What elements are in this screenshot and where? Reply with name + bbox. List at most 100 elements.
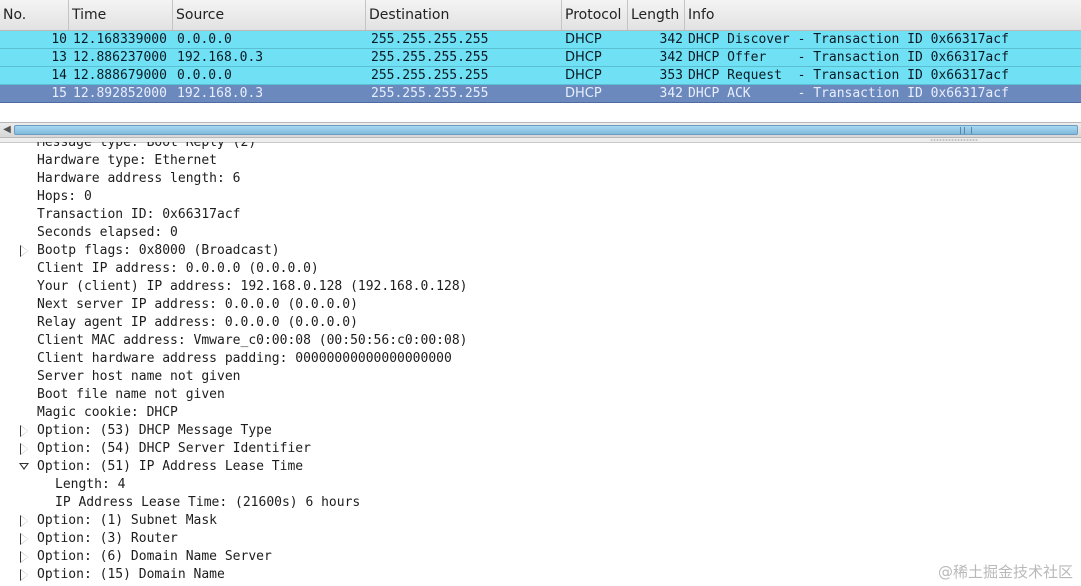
detail-line[interactable]: Option: (53) DHCP Message Type xyxy=(0,422,900,440)
grip-icon xyxy=(960,127,972,134)
packet-no: 14 xyxy=(51,68,67,83)
detail-line[interactable]: Magic cookie: DHCP xyxy=(0,404,900,422)
detail-line[interactable]: Transaction ID: 0x66317acf xyxy=(0,206,900,224)
packet-time: 12.168339000 xyxy=(73,32,167,47)
collapsed-triangle-icon[interactable] xyxy=(19,422,31,440)
detail-line[interactable]: Relay agent IP address: 0.0.0.0 (0.0.0.0… xyxy=(0,314,900,332)
collapsed-triangle-icon[interactable] xyxy=(19,440,31,458)
detail-line[interactable]: Hardware address length: 6 xyxy=(0,170,900,188)
detail-line[interactable]: Client IP address: 0.0.0.0 (0.0.0.0) xyxy=(0,260,900,278)
detail-line[interactable]: Server host name not given xyxy=(0,368,900,386)
detail-line[interactable]: Option: (15) Domain Name xyxy=(0,566,900,584)
packet-protocol: DHCP xyxy=(565,68,602,83)
packet-source: 0.0.0.0 xyxy=(177,68,232,83)
scroll-left-arrow-icon[interactable]: ◀ xyxy=(2,123,12,137)
detail-line[interactable]: Option: (51) IP Address Lease Time xyxy=(0,458,900,476)
column-header-length[interactable]: Length xyxy=(628,0,685,30)
packet-list-header: No. Time Source Destination Protocol Len… xyxy=(0,0,1081,31)
collapsed-triangle-icon[interactable] xyxy=(19,548,31,566)
collapsed-triangle-icon[interactable] xyxy=(19,242,31,260)
detail-text: Hops: 0 xyxy=(37,189,92,204)
detail-line[interactable]: Client hardware address padding: 0000000… xyxy=(0,350,900,368)
packet-length: 342 xyxy=(659,50,683,65)
packet-length: 342 xyxy=(659,32,683,47)
column-header-info[interactable]: Info xyxy=(685,0,1081,30)
detail-text: Seconds elapsed: 0 xyxy=(37,225,178,240)
packet-no: 15 xyxy=(51,86,67,101)
detail-line[interactable]: Client MAC address: Vmware_c0:00:08 (00:… xyxy=(0,332,900,350)
packet-time: 12.886237000 xyxy=(73,50,167,65)
splitter-grip-icon xyxy=(930,139,978,141)
detail-text: Bootp flags: 0x8000 (Broadcast) xyxy=(37,243,280,258)
detail-line[interactable]: Length: 4 xyxy=(0,476,900,494)
detail-text: Transaction ID: 0x66317acf xyxy=(37,207,241,222)
packet-destination: 255.255.255.255 xyxy=(371,32,489,47)
packet-source: 192.168.0.3 xyxy=(177,50,264,65)
packet-row[interactable]: 13 12.886237000 192.168.0.3 255.255.255.… xyxy=(0,49,1081,67)
detail-line[interactable]: Option: (54) DHCP Server Identifier xyxy=(0,440,900,458)
detail-text: Magic cookie: DHCP xyxy=(37,405,178,420)
packet-info: DHCP ACK - Transaction ID 0x66317acf xyxy=(688,86,1009,101)
detail-line[interactable]: Hops: 0 xyxy=(0,188,900,206)
detail-text: Option: (54) DHCP Server Identifier xyxy=(37,441,311,456)
packet-details-tree: Message type: Boot Reply (2) Hardware typ… xyxy=(0,142,1081,586)
detail-line[interactable]: Message type: Boot Reply (2) xyxy=(0,142,900,152)
detail-text: Boot file name not given xyxy=(37,387,225,402)
detail-text: Option: (15) Domain Name xyxy=(37,567,225,582)
detail-text: Option: (53) DHCP Message Type xyxy=(37,423,272,438)
packet-destination: 255.255.255.255 xyxy=(371,68,489,83)
detail-text: Client MAC address: Vmware_c0:00:08 (00:… xyxy=(37,333,468,348)
detail-text: Relay agent IP address: 0.0.0.0 (0.0.0.0… xyxy=(37,315,358,330)
collapsed-triangle-icon[interactable] xyxy=(19,566,31,584)
packet-list: 10 12.168339000 0.0.0.0 255.255.255.255 … xyxy=(0,31,1081,103)
packet-length: 353 xyxy=(659,68,683,83)
column-header-protocol[interactable]: Protocol xyxy=(562,0,628,30)
detail-text: Option: (6) Domain Name Server xyxy=(37,549,272,564)
scrollbar-thumb[interactable] xyxy=(14,125,1078,135)
packet-source: 0.0.0.0 xyxy=(177,32,232,47)
detail-text: Option: (1) Subnet Mask xyxy=(37,513,218,528)
column-header-no[interactable]: No. xyxy=(0,0,69,30)
detail-line[interactable]: Option: (6) Domain Name Server xyxy=(0,548,900,566)
detail-line[interactable]: Next server IP address: 0.0.0.0 (0.0.0.0… xyxy=(0,296,900,314)
packet-time: 12.888679000 xyxy=(73,68,167,83)
detail-text: Client hardware address padding: 0000000… xyxy=(37,351,452,366)
packet-time: 12.892852000 xyxy=(73,86,167,101)
detail-text: Option: (3) Router xyxy=(37,531,178,546)
collapsed-triangle-icon[interactable] xyxy=(19,530,31,548)
collapsed-triangle-icon[interactable] xyxy=(19,512,31,530)
detail-line[interactable]: IP Address Lease Time: (21600s) 6 hours xyxy=(0,494,900,512)
detail-line[interactable]: Your (client) IP address: 192.168.0.128 … xyxy=(0,278,900,296)
detail-text: IP Address Lease Time: (21600s) 6 hours xyxy=(55,495,361,510)
detail-line[interactable]: Option: (1) Subnet Mask xyxy=(0,512,900,530)
detail-line[interactable]: Option: (3) Router xyxy=(0,530,900,548)
packet-info: DHCP Discover - Transaction ID 0x66317ac… xyxy=(688,32,1009,47)
detail-line[interactable]: Boot file name not given xyxy=(0,386,900,404)
detail-line[interactable]: Hardware type: Ethernet xyxy=(0,152,900,170)
column-header-source[interactable]: Source xyxy=(173,0,366,30)
packet-destination: 255.255.255.255 xyxy=(371,50,489,65)
packet-no: 13 xyxy=(51,50,67,65)
horizontal-scrollbar[interactable]: ◀ xyxy=(0,122,1081,138)
detail-line[interactable]: Bootp flags: 0x8000 (Broadcast) xyxy=(0,242,900,260)
detail-text: Next server IP address: 0.0.0.0 (0.0.0.0… xyxy=(37,297,358,312)
expanded-triangle-icon[interactable] xyxy=(19,458,31,476)
detail-text: Client IP address: 0.0.0.0 (0.0.0.0) xyxy=(37,261,319,276)
packet-row[interactable]: 14 12.888679000 0.0.0.0 255.255.255.255 … xyxy=(0,67,1081,85)
packet-row[interactable]: 10 12.168339000 0.0.0.0 255.255.255.255 … xyxy=(0,31,1081,49)
detail-text: Server host name not given xyxy=(37,369,241,384)
detail-text: Hardware address length: 6 xyxy=(37,171,241,186)
packet-length: 342 xyxy=(659,86,683,101)
packet-no: 10 xyxy=(51,32,67,47)
packet-info: DHCP Offer - Transaction ID 0x66317acf xyxy=(688,50,1009,65)
detail-text: Option: (51) IP Address Lease Time xyxy=(37,459,304,474)
packet-row-selected[interactable]: 15 12.892852000 192.168.0.3 255.255.255.… xyxy=(0,85,1081,103)
packet-protocol: DHCP xyxy=(565,86,602,101)
detail-line[interactable]: Seconds elapsed: 0 xyxy=(0,224,900,242)
packet-protocol: DHCP xyxy=(565,50,602,65)
column-header-time[interactable]: Time xyxy=(69,0,173,30)
detail-text: Your (client) IP address: 192.168.0.128 … xyxy=(37,279,468,294)
detail-text: Hardware type: Ethernet xyxy=(37,153,218,168)
packet-source: 192.168.0.3 xyxy=(177,86,264,101)
column-header-destination[interactable]: Destination xyxy=(366,0,562,30)
